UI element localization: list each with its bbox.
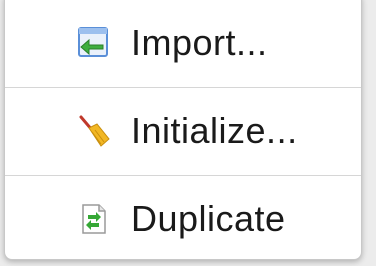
broom-icon — [75, 113, 111, 149]
menu-item-initialize[interactable]: Initialize... — [5, 89, 361, 173]
context-menu: Import... Initialize... Duplicate — [4, 0, 362, 260]
menu-item-duplicate-label: Duplicate — [131, 198, 286, 239]
menu-item-import[interactable]: Import... — [5, 1, 361, 85]
import-icon — [75, 25, 111, 61]
menu-item-initialize-label: Initialize... — [131, 110, 298, 151]
menu-separator — [5, 175, 361, 176]
menu-item-import-label: Import... — [131, 22, 268, 63]
menu-item-duplicate[interactable]: Duplicate — [5, 177, 361, 261]
duplicate-icon — [75, 201, 111, 237]
menu-separator — [5, 87, 361, 88]
